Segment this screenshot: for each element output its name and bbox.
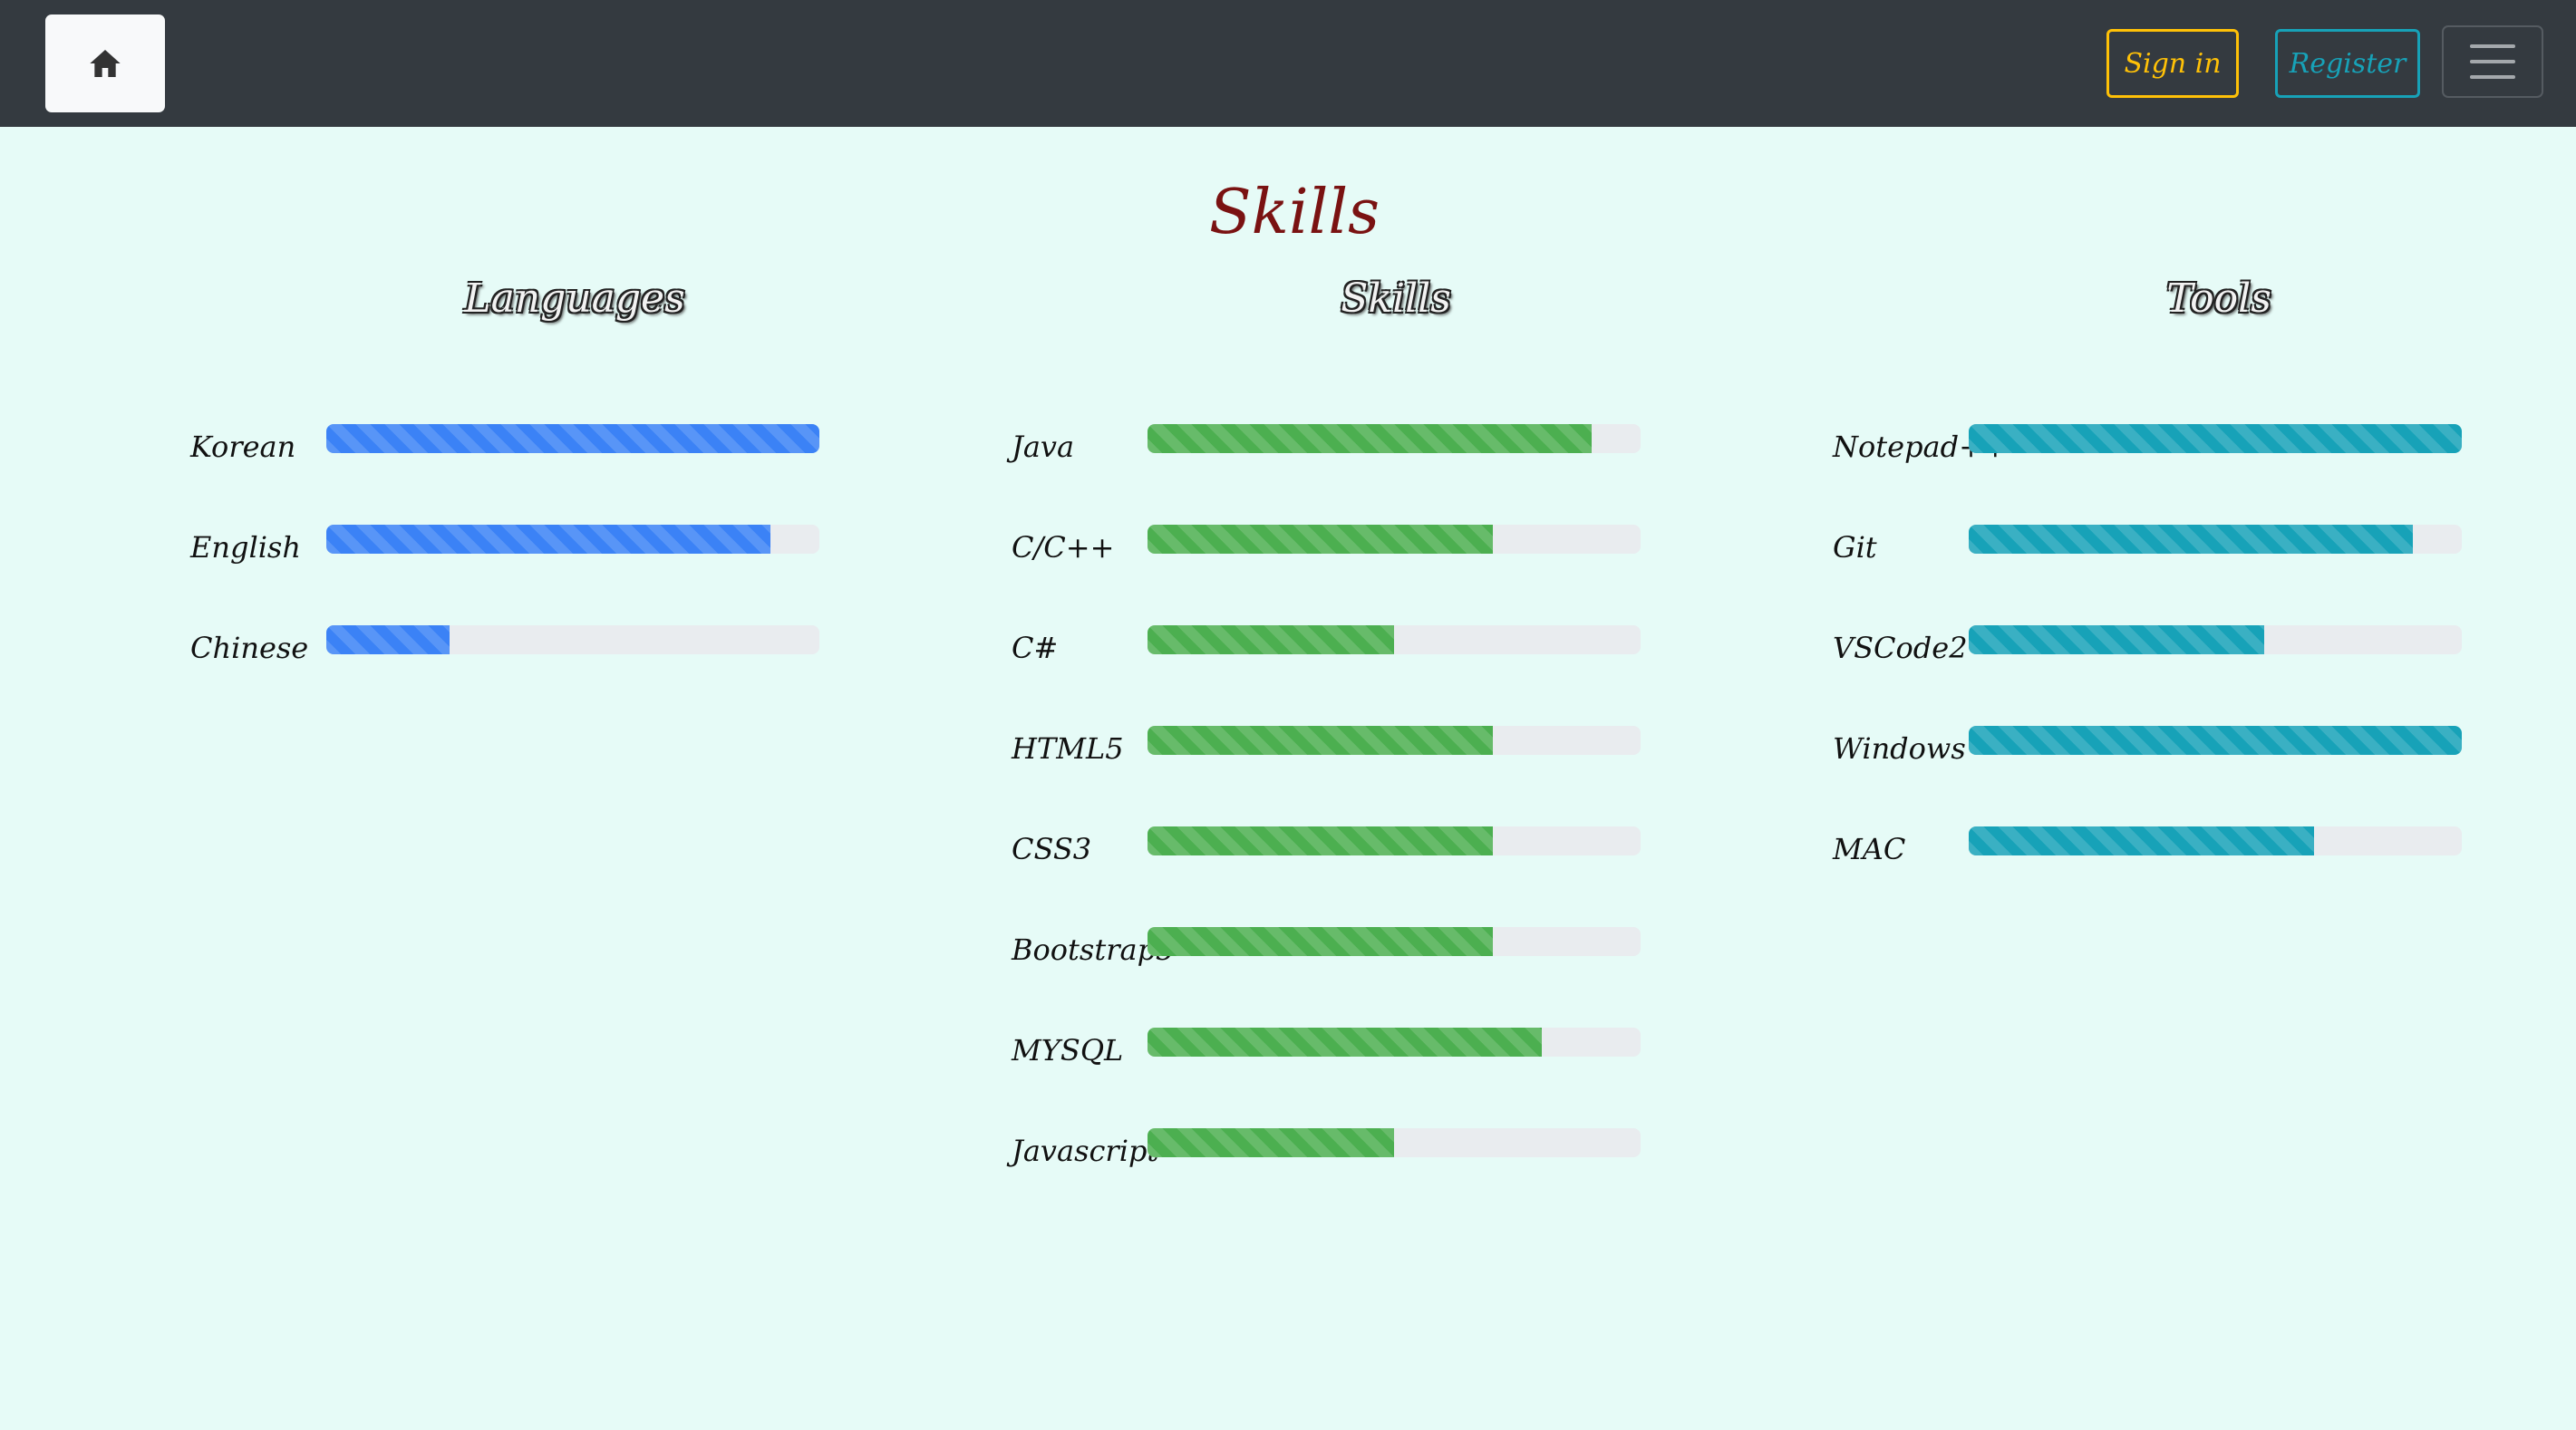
progress-fill [1969,826,2314,855]
skill-label: C# [1012,631,1059,665]
progress-bar [1969,726,2462,755]
progress-bar [326,424,819,453]
skill-label: C/C++ [1012,530,1115,565]
progress-fill [1148,726,1493,755]
skill-row: MAC [1833,826,2462,866]
skill-row: Bootstrap5 [1012,927,1641,967]
skill-row: Chinese [190,625,819,665]
page-title: Skills [1209,177,1380,248]
progress-bar [1148,424,1641,453]
column-title-2: Tools [2166,275,2271,322]
progress-fill [326,424,819,453]
progress-bar [1969,625,2462,654]
skill-label: Javascript [1012,1134,1159,1168]
progress-fill [1969,424,2462,453]
sign-in-button[interactable]: Sign in [2106,29,2239,98]
register-button[interactable]: Register [2275,29,2420,98]
progress-bar [1969,525,2462,554]
skill-row: Javascript [1012,1128,1641,1168]
home-icon [90,50,121,77]
skill-row: MYSQL [1012,1028,1641,1068]
skill-label: Java [1012,430,1075,464]
progress-bar [1148,927,1641,956]
skill-row: Git [1833,525,2462,565]
hamburger-menu-icon [2470,44,2515,48]
skill-label: Korean [190,430,296,464]
progress-bar [326,625,819,654]
navbar: Sign in Register [0,0,2576,127]
progress-fill [1148,1028,1543,1057]
skill-row: C# [1012,625,1641,665]
progress-bar [1148,1128,1641,1157]
column-title-1: Skills [1341,275,1451,322]
skill-row: CSS3 [1012,826,1641,866]
skill-label: HTML5 [1012,731,1124,766]
skill-label: VSCode2 [1833,631,1968,665]
progress-fill [1969,726,2462,755]
progress-bar [1148,826,1641,855]
skill-label: Notepad++ [1833,430,2008,464]
skill-row: Korean [190,424,819,464]
progress-fill [1969,525,2413,554]
progress-fill [1148,625,1394,654]
skill-label: MYSQL [1012,1033,1124,1068]
skill-row: Notepad++ [1833,424,2462,464]
progress-bar [1148,625,1641,654]
skill-label: Windows [1833,731,1966,766]
skill-label: MAC [1833,832,1906,866]
skill-row: Java [1012,424,1641,464]
home-button[interactable] [45,14,165,112]
progress-bar [326,525,819,554]
progress-fill [1148,826,1493,855]
progress-bar [1969,424,2462,453]
skill-label: Git [1833,530,1877,565]
progress-fill [1148,927,1493,956]
progress-fill [1148,424,1592,453]
skill-row: VSCode2 [1833,625,2462,665]
skill-label: Bootstrap5 [1012,932,1175,967]
skill-label: CSS3 [1012,832,1092,866]
progress-fill [326,525,770,554]
progress-bar [1148,726,1641,755]
skill-row: C/C++ [1012,525,1641,565]
skill-row: Windows [1833,726,2462,766]
skill-label: English [190,530,301,565]
column-title-0: Languages [464,275,685,322]
hamburger-menu-button[interactable] [2442,25,2543,98]
skill-label: Chinese [190,631,309,665]
progress-bar [1969,826,2462,855]
skill-row: English [190,525,819,565]
progress-fill [1969,625,2265,654]
progress-fill [326,625,450,654]
skill-row: HTML5 [1012,726,1641,766]
progress-fill [1148,525,1493,554]
progress-bar [1148,1028,1641,1057]
progress-fill [1148,1128,1394,1157]
progress-bar [1148,525,1641,554]
